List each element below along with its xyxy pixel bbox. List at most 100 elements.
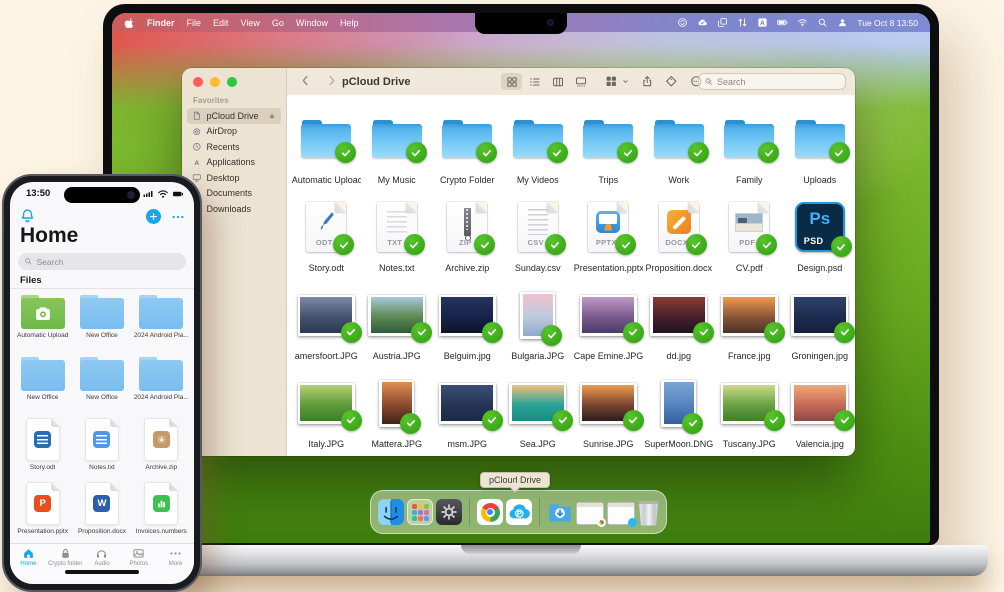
file-story-odt[interactable]: ODTStory.odt xyxy=(291,191,362,279)
wifi-icon[interactable] xyxy=(797,17,808,28)
file-groningen-jpg[interactable]: Groningen.jpg xyxy=(785,279,856,367)
menu-window[interactable]: Window xyxy=(296,18,328,28)
dock-window-preview-2[interactable] xyxy=(607,499,635,525)
phone-file-notes-txt[interactable]: Notes.txt xyxy=(72,416,131,480)
eject-icon[interactable] xyxy=(268,112,276,120)
file-presentation-pptx[interactable]: PPTXPresentation.pptx xyxy=(573,191,644,279)
file-archive-zip[interactable]: ZIPArchive.zip xyxy=(432,191,503,279)
dock-downloads[interactable] xyxy=(547,499,573,525)
tab-more[interactable]: More xyxy=(157,547,194,579)
dock-chrome[interactable] xyxy=(477,499,503,525)
phone-file-2024-android-pla[interactable]: 2024 Android Pla... xyxy=(132,354,191,416)
dock-pcloud[interactable]: P xyxy=(506,499,532,525)
forward-button[interactable] xyxy=(325,74,338,87)
battery-icon[interactable] xyxy=(777,17,788,28)
file-valencia-jpg[interactable]: Valencia.jpg xyxy=(785,367,856,455)
notifications-bell-icon[interactable] xyxy=(19,208,36,225)
phone-file-new-office[interactable]: New Office xyxy=(72,292,131,354)
file-cape-emine-jpg[interactable]: Cape Emine.JPG xyxy=(573,279,644,367)
phone-file-automatic-upload[interactable]: Automatic Upload xyxy=(13,292,72,354)
file-bulgaria-jpg[interactable]: Bulgaria.JPG xyxy=(503,279,574,367)
tab-photos[interactable]: Photos xyxy=(120,547,157,579)
menu-view[interactable]: View xyxy=(241,18,260,28)
file-italy-jpg[interactable]: Italy.JPG xyxy=(291,367,362,455)
phone-file-story-odt[interactable]: Story.odt xyxy=(13,416,72,480)
file-amersfoort-jpg[interactable]: amersfoort.JPG xyxy=(291,279,362,367)
apple-menu-icon[interactable] xyxy=(124,17,135,29)
sidebar-item-airdrop[interactable]: AirDrop xyxy=(187,124,281,140)
file-trips[interactable]: Trips xyxy=(573,103,644,191)
user-icon[interactable] xyxy=(837,17,848,28)
share-button[interactable] xyxy=(641,75,654,88)
file-msm-jpg[interactable]: msm.JPG xyxy=(432,367,503,455)
menu-file[interactable]: File xyxy=(187,18,202,28)
file-my-videos[interactable]: My Videos xyxy=(503,103,574,191)
list-view-button[interactable] xyxy=(524,73,545,90)
close-button[interactable] xyxy=(193,77,203,87)
file-mattera-jpg[interactable]: Mattera.JPG xyxy=(362,367,433,455)
minimize-button[interactable] xyxy=(210,77,220,87)
file-austria-jpg[interactable]: Austria.JPG xyxy=(362,279,433,367)
tab-audio[interactable]: Audio xyxy=(84,547,121,579)
home-indicator[interactable] xyxy=(65,570,139,574)
group-button[interactable] xyxy=(605,75,618,88)
menu-go[interactable]: Go xyxy=(272,18,284,28)
file-design-psd[interactable]: PsPSDDesign.psd xyxy=(785,191,856,279)
phone-search-input[interactable]: Search xyxy=(18,253,186,270)
dock-settings[interactable] xyxy=(436,499,462,525)
dock-trash[interactable] xyxy=(638,499,659,526)
phone-file-new-office[interactable]: New Office xyxy=(72,354,131,416)
finder-search-input[interactable]: Search xyxy=(698,73,846,90)
file-cv-pdf[interactable]: PDFCV.pdf xyxy=(714,191,785,279)
updown-icon[interactable] xyxy=(737,17,748,28)
dock-window-preview-1[interactable] xyxy=(576,499,604,525)
file-automatic-upload[interactable]: Automatic Upload xyxy=(291,103,362,191)
sidebar-item-recents[interactable]: Recents xyxy=(187,139,281,155)
dock-launchpad[interactable] xyxy=(407,499,433,525)
add-button[interactable] xyxy=(146,209,161,224)
file-supermoon-dng[interactable]: SuperMoon.DNG xyxy=(644,367,715,455)
phone-file-proposition-docx[interactable]: WProposition.docx xyxy=(72,480,131,544)
gallery-view-button[interactable] xyxy=(570,73,591,90)
file-sea-jpg[interactable]: Sea.JPG xyxy=(503,367,574,455)
tab-home[interactable]: Home xyxy=(10,547,47,579)
tab-crypto-folder[interactable]: Crypto folder xyxy=(47,547,84,579)
input-a-icon[interactable]: A xyxy=(757,17,768,28)
column-view-button[interactable] xyxy=(547,73,568,90)
file-france-jpg[interactable]: France.jpg xyxy=(714,279,785,367)
file-sunday-csv[interactable]: CSVSunday.csv xyxy=(503,191,574,279)
sidebar-item-pcloud-drive[interactable]: pCloud Drive xyxy=(187,108,281,124)
cloud-check-icon[interactable] xyxy=(697,17,708,28)
file-work[interactable]: Work xyxy=(644,103,715,191)
zoom-button[interactable] xyxy=(227,77,237,87)
sync-icon[interactable] xyxy=(677,17,688,28)
dock-finder[interactable] xyxy=(378,499,404,525)
file-my-music[interactable]: My Music xyxy=(362,103,433,191)
file-family[interactable]: Family xyxy=(714,103,785,191)
sidebar-item-applications[interactable]: AApplications xyxy=(187,155,281,171)
more-options-button[interactable] xyxy=(170,210,186,224)
menu-help[interactable]: Help xyxy=(340,18,359,28)
back-button[interactable] xyxy=(299,74,312,87)
file-notes-txt[interactable]: TXTNotes.txt xyxy=(362,191,433,279)
spotlight-icon[interactable] xyxy=(817,17,828,28)
sidebar-item-desktop[interactable]: Desktop xyxy=(187,170,281,186)
tag-button[interactable] xyxy=(665,75,678,88)
menu-bar-clock[interactable]: Tue Oct 8 13:50 xyxy=(857,18,918,28)
phone-file-archive-zip[interactable]: Archive.zip xyxy=(132,416,191,480)
file-tuscany-jpg[interactable]: Tuscany.JPG xyxy=(714,367,785,455)
phone-file-new-office[interactable]: New Office xyxy=(13,354,72,416)
menu-finder[interactable]: Finder xyxy=(147,18,175,28)
phone-file-2024-android-pla[interactable]: 2024 Android Pla... xyxy=(132,292,191,354)
file-crypto-folder[interactable]: Crypto Folder xyxy=(432,103,503,191)
icon-view-button[interactable] xyxy=(501,73,522,90)
windows-icon[interactable] xyxy=(717,17,728,28)
menu-edit[interactable]: Edit xyxy=(213,18,229,28)
file-sunrise-jpg[interactable]: Sunrise.JPG xyxy=(573,367,644,455)
phone-file-presentation-pptx[interactable]: PPresentation.pptx xyxy=(13,480,72,544)
file-belguim-jpg[interactable]: Belguim.jpg xyxy=(432,279,503,367)
file-uploads[interactable]: Uploads xyxy=(785,103,856,191)
phone-file-invoices-numbers[interactable]: Invoices.numbers xyxy=(132,480,191,544)
file-proposition-docx[interactable]: DOCXProposition.docx xyxy=(644,191,715,279)
file-dd-jpg[interactable]: dd.jpg xyxy=(644,279,715,367)
